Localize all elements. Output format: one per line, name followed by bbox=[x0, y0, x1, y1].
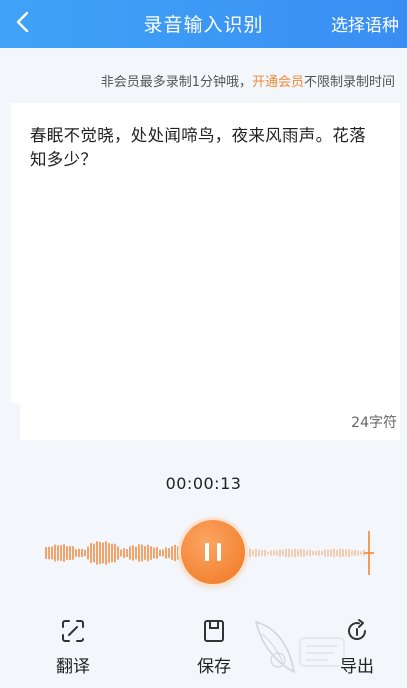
save-icon bbox=[204, 620, 224, 642]
save-button[interactable]: 保存 bbox=[184, 618, 244, 677]
pause-icon-bar bbox=[217, 543, 221, 561]
open-membership-link[interactable]: 开通会员 bbox=[252, 75, 304, 90]
translate-icon bbox=[62, 620, 84, 642]
character-count: 24字符 bbox=[351, 415, 397, 431]
pause-button[interactable] bbox=[181, 520, 245, 584]
notice-text: 非会员最多录制1分钟哦， bbox=[100, 75, 252, 90]
watermark-logo bbox=[254, 620, 345, 674]
notice-suffix: 不限制录制时间 bbox=[303, 75, 395, 90]
pause-icon bbox=[205, 543, 209, 561]
membership-notice: 非会员最多录制1分钟哦，开通会员不限制录制时间 bbox=[101, 71, 395, 90]
transcript-card-footer bbox=[20, 403, 400, 440]
recording-timer: 00:00:13 bbox=[165, 474, 242, 493]
transcript-text[interactable]: 春眠不觉晓，处处闻啼鸟，夜来风雨声。花落知多少？ bbox=[30, 124, 375, 172]
translate-label: 翻译 bbox=[56, 657, 90, 677]
save-label: 保存 bbox=[197, 657, 231, 677]
select-language-button[interactable]: 选择语种 bbox=[331, 11, 399, 36]
app-header: 录音输入识别 选择语种 bbox=[0, 0, 407, 48]
translate-button[interactable]: 翻译 bbox=[43, 618, 103, 677]
